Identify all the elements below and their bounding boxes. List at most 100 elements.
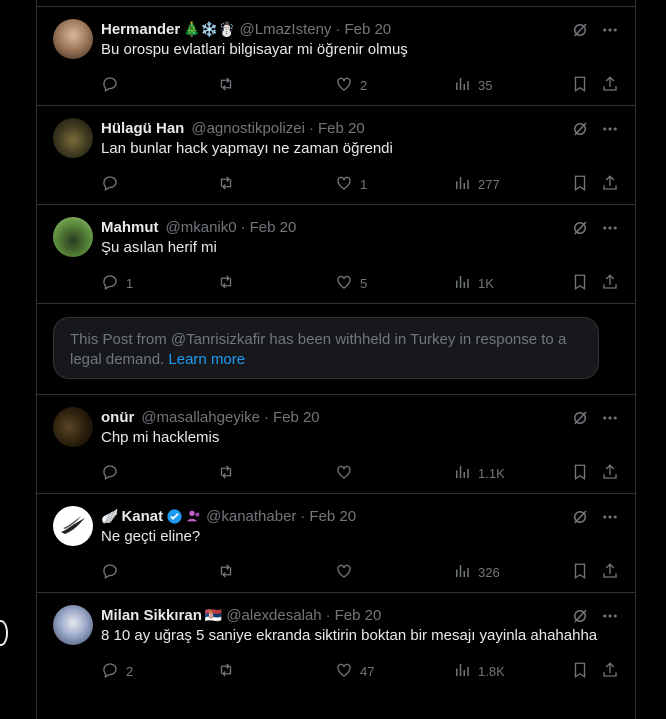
avatar[interactable] — [53, 605, 93, 645]
bookmark-icon — [571, 463, 589, 484]
wing-logo-icon — [61, 516, 85, 534]
bookmark-button[interactable] — [571, 273, 589, 293]
more-icon[interactable] — [601, 409, 619, 432]
author-handle[interactable]: @kanathaber — [206, 508, 296, 525]
learn-more-link[interactable]: Learn more — [168, 351, 245, 368]
avatar[interactable] — [53, 407, 93, 447]
views-button[interactable]: 1.1K — [453, 463, 505, 483]
timeline-column: Hermander 🎄❄️☃️ @LmazIsteny · Feb 20 Bu … — [36, 0, 636, 719]
author-handle[interactable]: @agnostikpolizei — [191, 120, 305, 137]
name-emojis: 🇷🇸 — [204, 606, 223, 623]
like-button[interactable] — [335, 463, 360, 483]
reply-button[interactable]: 1 — [101, 273, 133, 293]
like-button[interactable]: 5 — [335, 273, 367, 293]
like-icon — [335, 463, 353, 484]
retweet-button[interactable] — [217, 661, 242, 681]
bookmark-button[interactable] — [571, 463, 589, 483]
avatar[interactable] — [53, 19, 93, 59]
views-button[interactable]: 326 — [453, 562, 500, 582]
name-emojis: 🎄❄️☃️ — [183, 20, 236, 37]
author-handle[interactable]: @alexdesalah — [226, 607, 321, 624]
like-button[interactable]: 1 — [335, 174, 367, 194]
post[interactable]: Mahmut @mkanik0 · Feb 20 Şu asılan herif… — [37, 204, 635, 303]
retweet-button[interactable] — [217, 174, 242, 194]
post-date[interactable]: Feb 20 — [309, 508, 356, 525]
post-text: Şu asılan herif mi — [101, 239, 217, 256]
bookmark-button[interactable] — [571, 75, 589, 95]
reply-button[interactable] — [101, 463, 126, 483]
bookmark-button[interactable] — [571, 661, 589, 681]
views-button[interactable]: 35 — [453, 75, 492, 95]
views-button[interactable]: 1.8K — [453, 661, 505, 681]
share-button[interactable] — [601, 273, 619, 293]
post-date[interactable]: Feb 20 — [335, 607, 382, 624]
retweet-button[interactable] — [217, 562, 242, 582]
reply-icon — [101, 273, 119, 294]
separator-dot: · — [308, 119, 314, 137]
like-count: 47 — [360, 663, 375, 679]
reply-icon — [101, 562, 119, 583]
grok-icon[interactable] — [571, 607, 589, 630]
bookmark-button[interactable] — [571, 562, 589, 582]
post-text: Bu orospu evlatlari bilgisayar mi öğreni… — [101, 41, 408, 58]
more-icon[interactable] — [601, 219, 619, 242]
post[interactable]: Milan Sikkıran 🇷🇸 @alexdesalah · Feb 20 … — [37, 592, 635, 691]
post[interactable]: 🪽 Kanat @kanathaber · Feb 20 Ne geçti el… — [37, 493, 635, 592]
share-button[interactable] — [601, 174, 619, 194]
grok-icon[interactable] — [571, 409, 589, 432]
avatar[interactable] — [53, 118, 93, 158]
author-name[interactable]: Milan Sikkıran — [101, 607, 202, 624]
author-name[interactable]: Kanat — [121, 508, 163, 525]
share-icon — [601, 174, 619, 195]
like-button[interactable]: 47 — [335, 661, 374, 681]
avatar[interactable] — [53, 217, 93, 257]
post-date[interactable]: Feb 20 — [273, 409, 320, 426]
avatar[interactable] — [53, 506, 93, 546]
views-button[interactable]: 277 — [453, 174, 500, 194]
bookmark-button[interactable] — [571, 174, 589, 194]
retweet-button[interactable] — [217, 273, 242, 293]
author-name[interactable]: Hermander — [101, 21, 180, 38]
reply-button[interactable] — [101, 75, 126, 95]
retweet-button[interactable] — [217, 463, 242, 483]
grok-icon[interactable] — [571, 120, 589, 143]
reply-button[interactable] — [101, 174, 126, 194]
reply-button[interactable]: 2 — [101, 661, 133, 681]
post[interactable]: Hülagü Han @agnostikpolizei · Feb 20 Lan… — [37, 105, 635, 204]
reply-button[interactable] — [101, 562, 126, 582]
more-icon[interactable] — [601, 21, 619, 44]
author-handle[interactable]: @LmazIsteny — [240, 21, 332, 38]
share-icon — [601, 273, 619, 294]
retweet-icon — [217, 75, 235, 96]
post[interactable]: Hermander 🎄❄️☃️ @LmazIsteny · Feb 20 Bu … — [37, 6, 635, 105]
more-icon[interactable] — [601, 607, 619, 630]
post-text: Lan bunlar hack yapmayı ne zaman öğrendi — [101, 140, 393, 157]
reply-icon — [101, 174, 119, 195]
author-handle[interactable]: @masallahgeyike — [141, 409, 260, 426]
more-icon[interactable] — [601, 508, 619, 531]
author-name[interactable]: Hülagü Han — [101, 120, 184, 137]
post-date[interactable]: Feb 20 — [250, 219, 297, 236]
name-emojis: 🪽 — [101, 507, 119, 524]
share-button[interactable] — [601, 75, 619, 95]
author-name[interactable]: onür — [101, 409, 134, 426]
like-button[interactable]: 2 — [335, 75, 367, 95]
grok-icon[interactable] — [571, 219, 589, 242]
share-button[interactable] — [601, 661, 619, 681]
grok-icon[interactable] — [571, 508, 589, 531]
share-button[interactable] — [601, 562, 619, 582]
post-date[interactable]: Feb 20 — [344, 21, 391, 38]
grok-icon[interactable] — [571, 21, 589, 44]
post-date[interactable]: Feb 20 — [318, 120, 365, 137]
separator-dot: · — [325, 606, 331, 624]
like-button[interactable] — [335, 562, 360, 582]
retweet-button[interactable] — [217, 75, 242, 95]
author-name[interactable]: Mahmut — [101, 219, 159, 236]
bookmark-icon — [571, 562, 589, 583]
more-icon[interactable] — [601, 120, 619, 143]
share-button[interactable] — [601, 463, 619, 483]
views-button[interactable]: 1K — [453, 273, 494, 293]
post[interactable]: onür @masallahgeyike · Feb 20 Chp mi hac… — [37, 394, 635, 493]
separator-dot: · — [335, 20, 341, 38]
author-handle[interactable]: @mkanik0 — [166, 219, 237, 236]
